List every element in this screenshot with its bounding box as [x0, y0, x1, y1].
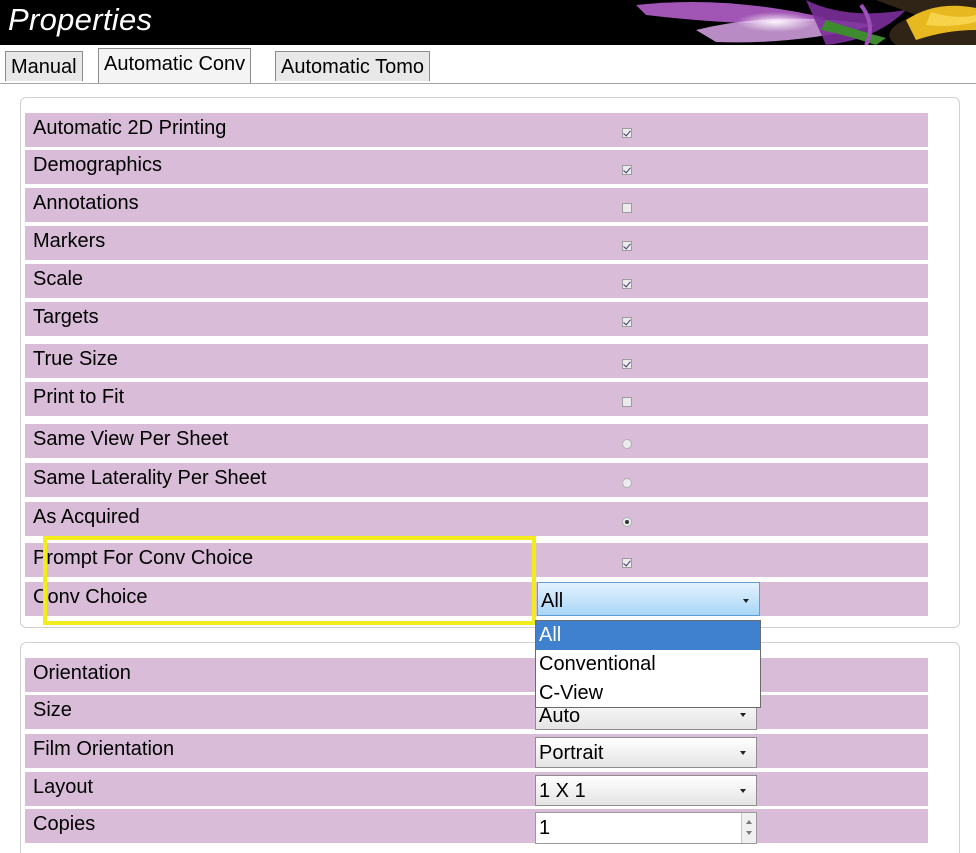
option-row-same-laterality-per-sheet: Same Laterality Per Sheet [25, 463, 928, 497]
radio-as-acquired[interactable] [622, 517, 632, 527]
copies-spinbox[interactable]: 1 [535, 812, 757, 844]
option-row-conv-choice: Conv Choice All [25, 582, 928, 616]
option-label: Prompt For Conv Choice [33, 547, 254, 569]
spin-up-icon[interactable] [746, 820, 752, 824]
tab-manual[interactable]: Manual [5, 51, 83, 81]
option-row-copies: Copies 1 [25, 809, 928, 844]
option-label: Demographics [33, 154, 162, 176]
checkbox-automatic-2d-printing[interactable] [622, 128, 632, 138]
option-label: Copies [33, 813, 96, 835]
option-label: As Acquired [33, 506, 140, 528]
option-label: Orientation [33, 662, 131, 684]
option-label: Conv Choice [33, 586, 148, 608]
tab-strip: Manual Automatic Conv Automatic Tomo [0, 45, 976, 84]
option-row-annotations: Annotations [25, 188, 928, 222]
option-row-demographics: Demographics [25, 150, 928, 184]
checkbox-demographics[interactable] [622, 165, 632, 175]
dropdown-option-all[interactable]: All [536, 621, 760, 650]
option-label: Layout [33, 776, 94, 798]
option-label: Same Laterality Per Sheet [33, 467, 267, 489]
option-label: True Size [33, 348, 118, 370]
dropdown-option-c-view[interactable]: C-View [536, 679, 760, 708]
dropdown-option-conventional[interactable]: Conventional [536, 650, 760, 679]
option-row-film-orientation: Film Orientation Portrait [25, 734, 928, 768]
film-orientation-dropdown[interactable]: Portrait [535, 737, 757, 768]
option-row-targets: Targets [25, 302, 928, 336]
layout-dropdown[interactable]: 1 X 1 [535, 775, 757, 806]
option-label: Targets [33, 306, 99, 328]
option-label: Size [33, 699, 72, 721]
title-bar: Properties [0, 0, 976, 45]
option-label: Same View Per Sheet [33, 428, 229, 450]
option-row-automatic-2d-printing: Automatic 2D Printing [25, 113, 928, 147]
chevron-down-icon [740, 789, 746, 793]
spin-down-icon[interactable] [746, 831, 752, 835]
option-row-layout: Layout 1 X 1 [25, 772, 928, 806]
tab-automatic-conv[interactable]: Automatic Conv [98, 48, 252, 83]
film-orientation-value: Portrait [539, 742, 604, 764]
chevron-down-icon [743, 599, 749, 603]
layout-value: 1 X 1 [539, 780, 586, 802]
option-label: Print to Fit [33, 386, 125, 408]
flower-banner-image [576, 0, 976, 45]
radio-same-view-per-sheet[interactable] [622, 439, 632, 449]
checkbox-true-size[interactable] [622, 359, 632, 369]
checkbox-annotations[interactable] [622, 203, 632, 213]
option-row-scale: Scale [25, 264, 928, 298]
chevron-down-icon [740, 751, 746, 755]
option-row-markers: Markers [25, 226, 928, 260]
checkbox-targets[interactable] [622, 317, 632, 327]
option-row-as-acquired: As Acquired [25, 502, 928, 536]
option-row-print-to-fit: Print to Fit [25, 382, 928, 416]
checkbox-print-to-fit[interactable] [622, 397, 632, 407]
checkbox-scale[interactable] [622, 279, 632, 289]
chevron-down-icon [740, 713, 746, 717]
option-row-orientation: Orientation [25, 658, 928, 692]
copies-value: 1 [539, 817, 551, 839]
spin-buttons [741, 813, 756, 843]
checkbox-markers[interactable] [622, 241, 632, 251]
conv-choice-dropdown-list: All Conventional C-View [535, 620, 761, 708]
radio-same-laterality-per-sheet[interactable] [622, 478, 632, 488]
window-title: Properties [8, 2, 153, 37]
size-value: Auto [539, 705, 581, 727]
option-row-prompt-for-conv-choice: Prompt For Conv Choice [25, 543, 928, 577]
conv-choice-value: All [541, 590, 564, 612]
option-row-same-view-per-sheet: Same View Per Sheet [25, 424, 928, 458]
option-row-true-size: True Size [25, 344, 928, 378]
option-label: Film Orientation [33, 738, 175, 760]
option-row-size: Size Auto [25, 695, 928, 730]
option-label: Scale [33, 268, 84, 290]
tab-automatic-tomo[interactable]: Automatic Tomo [275, 51, 431, 81]
option-label: Markers [33, 230, 106, 252]
option-label: Annotations [33, 192, 139, 214]
checkbox-prompt-for-conv-choice[interactable] [622, 558, 632, 568]
conv-choice-dropdown[interactable]: All [537, 582, 760, 616]
option-label: Automatic 2D Printing [33, 117, 227, 139]
